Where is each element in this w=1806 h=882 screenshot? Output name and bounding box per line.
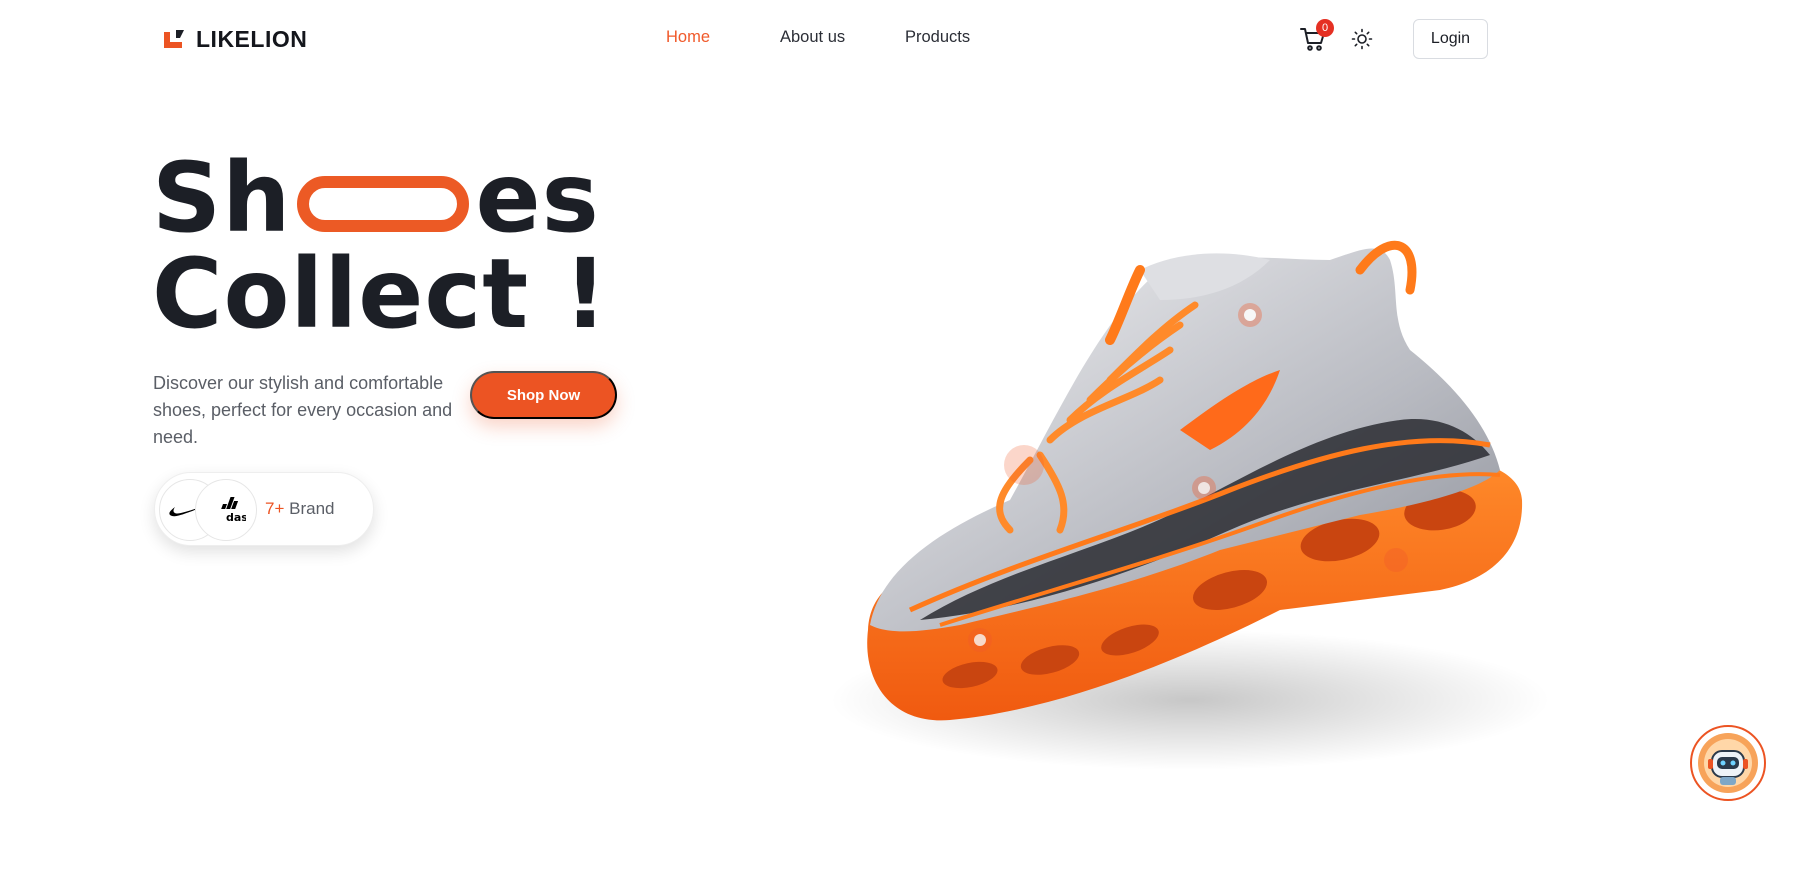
logo-mark-icon (164, 30, 184, 48)
chatbot-button[interactable] (1690, 725, 1766, 801)
adidas-logo-icon: das (195, 479, 257, 541)
theme-toggle-button[interactable] (1351, 28, 1373, 50)
brand-badge[interactable]: das 7+ Brand (154, 472, 374, 546)
chatbot-icon (1698, 733, 1758, 793)
hero-title: Sh es Collect ! (152, 150, 608, 342)
brand-label: Brand (289, 499, 335, 518)
cart-count-badge: 0 (1316, 19, 1334, 37)
navbar: LIKELION Home About us Products 0 Login (0, 0, 1806, 78)
hero-title-part-2: es (475, 142, 600, 254)
cart-button[interactable]: 0 (1300, 19, 1334, 52)
logo-text: LIKELION (196, 25, 308, 52)
hero-title-line-2: Collect ! (152, 238, 609, 350)
svg-text:das: das (226, 511, 246, 524)
brand-count-text: 7+ Brand (265, 499, 335, 519)
pill-o-icon (297, 176, 470, 232)
nav-products-link[interactable]: Products (905, 28, 970, 47)
hero-title-part-1: Sh (152, 142, 292, 254)
sneaker-illustration (830, 240, 1550, 770)
brand-count: 7+ (265, 499, 285, 518)
hero-title-line-1: Sh es (152, 150, 608, 246)
sun-icon (1351, 28, 1373, 50)
login-button[interactable]: Login (1413, 19, 1488, 59)
nav-home-link[interactable]: Home (666, 28, 710, 47)
hero-shoe-image (800, 230, 1580, 790)
shop-now-button[interactable]: Shop Now (470, 371, 617, 419)
nav-about-link[interactable]: About us (780, 28, 845, 47)
logo[interactable]: LIKELION (162, 24, 307, 54)
hero-description: Discover our stylish and comfortable sho… (153, 373, 453, 447)
